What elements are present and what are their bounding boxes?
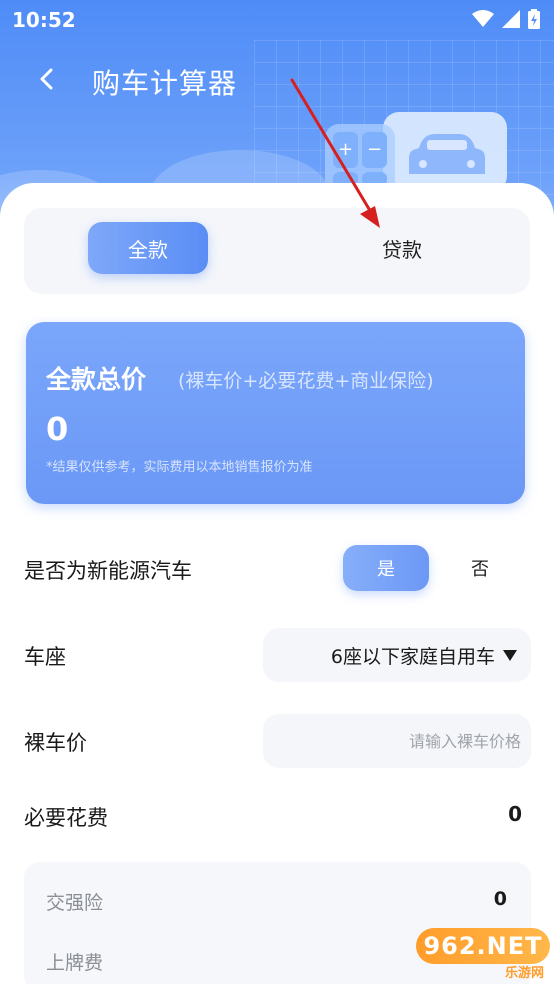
status-icons (472, 9, 540, 29)
seats-select[interactable]: 6座以下家庭自用车 (263, 628, 531, 682)
watermark-logo: 962.NET 乐游网 (416, 928, 550, 982)
payment-tabs: 全款 贷款 (24, 208, 530, 294)
status-bar: 10:52 (0, 0, 554, 40)
bare-price-label: 裸车价 (24, 731, 87, 755)
battery-icon (528, 9, 540, 29)
total-value: 0 (46, 410, 69, 448)
total-price-card: 全款总价 (裸车价+必要花费+商业保险) 0 *结果仅供参考，实际费用以本地销售… (26, 322, 525, 504)
calc-key: + (333, 132, 358, 168)
tab-full-payment[interactable]: 全款 (88, 222, 208, 274)
fee-value-compulsory-insurance: 0 (493, 888, 507, 910)
watermark-badge: 962.NET (416, 928, 550, 964)
required-fees-value: 0 (508, 802, 522, 826)
seats-selected-value: 6座以下家庭自用车 (330, 645, 495, 668)
new-energy-label: 是否为新能源汽车 (24, 559, 192, 583)
page-title: 购车计算器 (92, 67, 238, 100)
total-title: 全款总价 (46, 365, 147, 394)
fee-label-registration: 上牌费 (46, 952, 104, 974)
calc-key: − (362, 132, 387, 168)
total-subtitle: (裸车价+必要花费+商业保险) (178, 370, 434, 392)
seats-label: 车座 (24, 645, 66, 669)
car-illustration (383, 112, 507, 192)
caret-down-icon (503, 649, 517, 661)
watermark-sub: 乐游网 (504, 966, 544, 981)
wifi-icon (472, 10, 494, 27)
back-button[interactable] (30, 62, 64, 96)
fee-label-compulsory-insurance: 交强险 (46, 892, 104, 914)
signal-icon (502, 10, 520, 28)
bare-price-input[interactable] (263, 714, 531, 768)
total-note: *结果仅供参考，实际费用以本地销售报价为准 (46, 460, 313, 475)
new-energy-no-button[interactable]: 否 (450, 545, 510, 591)
status-time: 10:52 (12, 8, 76, 32)
new-energy-yes-button[interactable]: 是 (343, 545, 429, 591)
required-fees-label: 必要花费 (24, 806, 108, 830)
tab-loan[interactable]: 贷款 (342, 222, 462, 274)
chevron-left-icon (40, 68, 53, 90)
car-icon (409, 134, 485, 174)
